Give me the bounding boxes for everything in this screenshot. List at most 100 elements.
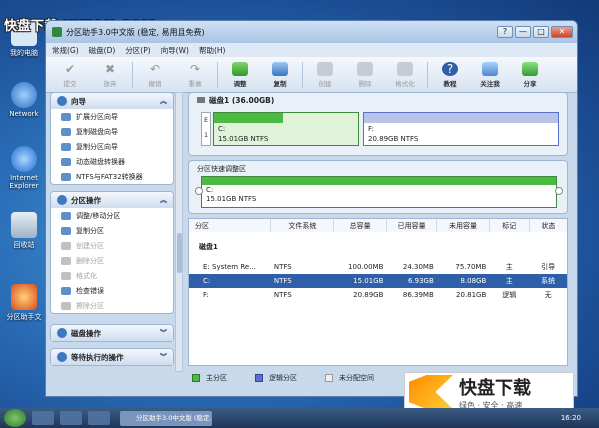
- pending-panel: 等待执行的操作 ︾: [50, 348, 174, 366]
- diskops-title: 磁盘操作: [71, 328, 101, 338]
- menu-wizard[interactable]: 向导(W): [161, 45, 189, 56]
- create-button[interactable]: 创建: [305, 59, 345, 91]
- table-row[interactable]: F: NTFS 20.89GB 86.39MB 20.81GB 逻辑 无: [189, 288, 567, 302]
- col-used[interactable]: 已用容量: [386, 219, 438, 232]
- menu-disk[interactable]: 磁盘(D): [89, 45, 116, 56]
- col-free[interactable]: 未用容量: [436, 219, 490, 232]
- partition-table-panel: 分区 文件系统 总容量 已用容量 未用容量 标记 状态 磁盘1 E: Syste…: [188, 218, 568, 366]
- start-button[interactable]: [4, 409, 26, 427]
- wizard-dynamic[interactable]: 动态磁盘转换器: [51, 154, 173, 169]
- col-status[interactable]: 状态: [529, 219, 567, 232]
- copy-disk-icon: [61, 127, 71, 136]
- minimize-button[interactable]: —: [515, 26, 531, 38]
- wizard-header[interactable]: 向导 ︽: [51, 93, 173, 109]
- table-row[interactable]: E: System Re... NTFS 100.00MB 24.30MB 75…: [189, 260, 567, 274]
- menu-help[interactable]: 帮助(H): [199, 45, 226, 56]
- resize-icon: [232, 61, 248, 76]
- col-flag[interactable]: 标记: [489, 219, 530, 232]
- taskbar-ie-icon[interactable]: [32, 411, 54, 425]
- op-wipe[interactable]: 擦除分区: [51, 298, 173, 313]
- op-create[interactable]: 创建分区: [51, 238, 173, 253]
- collapse-icon[interactable]: ︽: [160, 195, 167, 205]
- f-usage-bar: [364, 113, 558, 123]
- tutorial-button[interactable]: ? 教程: [430, 59, 470, 91]
- item-label: 扩展分区向导: [76, 112, 118, 121]
- cell-partition: C:: [189, 274, 271, 288]
- copy-icon: [272, 61, 288, 76]
- item-label: 创建分区: [76, 241, 104, 250]
- desktop-icon-recycle[interactable]: 回收站: [2, 212, 46, 250]
- tb-label: 关注我: [480, 79, 500, 88]
- legend-primary-swatch: [192, 374, 200, 382]
- menu-partition[interactable]: 分区(P): [125, 45, 150, 56]
- disk-group-label: 磁盘1: [199, 243, 218, 251]
- scroll-thumb[interactable]: [177, 233, 182, 273]
- wizard-extend[interactable]: 扩展分区向导: [51, 109, 173, 124]
- op-delete[interactable]: 删除分区: [51, 253, 173, 268]
- undo-button[interactable]: ↶ 撤销: [135, 59, 175, 91]
- follow-button[interactable]: 关注我: [470, 59, 510, 91]
- resize-slider[interactable]: C: 15.01GB NTFS: [201, 176, 557, 208]
- partops-panel: 分区操作 ︽ 调整/移动分区 复制分区 创建分区 删除分区 格式化 检查错误 擦除…: [50, 191, 174, 314]
- maximize-button[interactable]: □: [533, 26, 549, 38]
- discard-button[interactable]: ✖ 放弃: [90, 59, 130, 91]
- pending-header[interactable]: 等待执行的操作 ︾: [51, 349, 173, 365]
- tb-label: 删除: [358, 79, 372, 88]
- col-fs[interactable]: 文件系统: [270, 219, 335, 232]
- resize-handle-left[interactable]: [195, 187, 203, 195]
- disk-header: 磁盘1 (36.00GB): [189, 93, 567, 107]
- col-total[interactable]: 总容量: [333, 219, 387, 232]
- desktop-icon-partassist[interactable]: 分区助手文: [2, 284, 46, 322]
- tb-label: 创建: [318, 79, 332, 88]
- cell-fs: NTFS: [273, 263, 292, 271]
- taskbar-explorer-icon[interactable]: [60, 411, 82, 425]
- wizard-copy-disk[interactable]: 复制磁盘向导: [51, 124, 173, 139]
- resize-handle-right[interactable]: [555, 187, 563, 195]
- format-button[interactable]: 格式化: [385, 59, 425, 91]
- item-label: 调整/移动分区: [76, 211, 121, 220]
- op-resize[interactable]: 调整/移动分区: [51, 208, 173, 223]
- partition-f-block[interactable]: F: 20.89GB NTFS: [363, 112, 559, 146]
- cell-total: 20.89GB: [353, 291, 384, 299]
- taskbar-media-icon[interactable]: [88, 411, 110, 425]
- collapse-icon[interactable]: ︽: [160, 96, 167, 106]
- left-scrollbar[interactable]: [175, 92, 183, 372]
- op-check[interactable]: 检查错误: [51, 283, 173, 298]
- op-format[interactable]: 格式化: [51, 268, 173, 283]
- copy-button[interactable]: 复制: [260, 59, 300, 91]
- tb-label: 调整: [233, 79, 247, 88]
- cell-fs: NTFS: [273, 291, 292, 299]
- partition-c-block[interactable]: C: 15.01GB NTFS: [213, 112, 359, 146]
- expand-icon[interactable]: ︾: [160, 352, 167, 362]
- expand-icon[interactable]: ︾: [160, 328, 167, 338]
- system-reserved-block[interactable]: E1: [201, 112, 211, 146]
- redo-button[interactable]: ↷ 重做: [175, 59, 215, 91]
- desktop-icon-label: Network: [9, 110, 39, 118]
- legend-primary: 主分区: [206, 374, 227, 382]
- taskbar-app[interactable]: 分区助手3.0中文版 (稳定...: [120, 410, 212, 426]
- col-partition[interactable]: 分区: [189, 219, 272, 232]
- op-copy[interactable]: 复制分区: [51, 223, 173, 238]
- close-button[interactable]: ✕: [551, 26, 573, 38]
- menu-general[interactable]: 常规(G): [52, 45, 79, 56]
- desktop-icon-ie[interactable]: Internet Explorer: [2, 146, 46, 190]
- partops-header[interactable]: 分区操作 ︽: [51, 192, 173, 208]
- share-button[interactable]: 分享: [510, 59, 550, 91]
- apply-button[interactable]: ✔ 提交: [50, 59, 90, 91]
- diskops-header[interactable]: 磁盘操作 ︾: [51, 325, 173, 341]
- c-info: 15.01GB NTFS: [218, 135, 269, 143]
- desktop-icon-network[interactable]: Network: [2, 82, 46, 118]
- table-row[interactable]: C: NTFS 15.01GB 6.93GB 8.08GB 主 系统: [189, 274, 567, 288]
- delete-icon: [357, 61, 373, 76]
- taskbar: 分区助手3.0中文版 (稳定... 16:20: [0, 408, 599, 428]
- item-label: 复制分区向导: [76, 142, 118, 151]
- item-label: 复制磁盘向导: [76, 127, 118, 136]
- help-button[interactable]: ?: [497, 26, 513, 38]
- wizard-panel: 向导 ︽ 扩展分区向导 复制磁盘向导 复制分区向导 动态磁盘转换器 NTFS与FA…: [50, 92, 174, 185]
- wizard-ntfs-fat[interactable]: NTFS与FAT32转换器: [51, 169, 173, 184]
- delete-button[interactable]: 删除: [345, 59, 385, 91]
- desktop-icon-label: 我的电脑: [10, 49, 38, 57]
- legend-logical-swatch: [255, 374, 263, 382]
- resize-button[interactable]: 调整: [220, 59, 260, 91]
- wizard-copy-partition[interactable]: 复制分区向导: [51, 139, 173, 154]
